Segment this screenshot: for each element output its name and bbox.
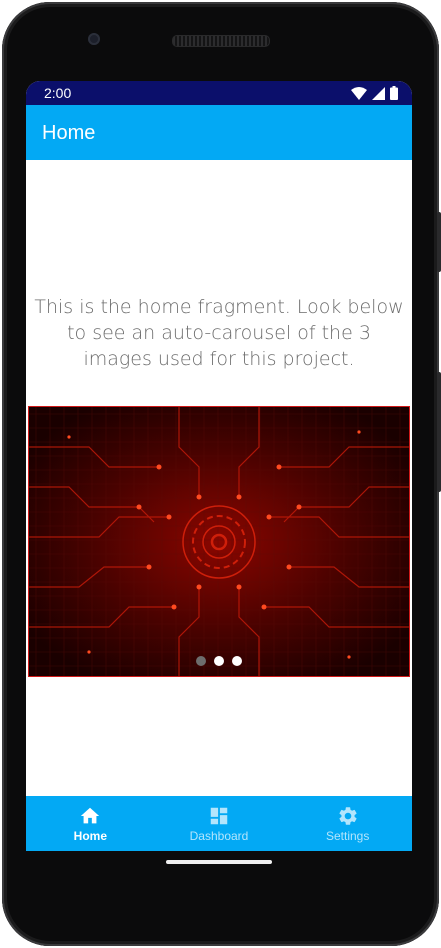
cellular-signal-icon: [372, 86, 385, 100]
dashboard-icon: [210, 807, 228, 825]
settings-icon: [339, 807, 357, 825]
home-message: This is the home fragment. Look below to…: [34, 296, 404, 370]
status-bar: 2:00: [26, 81, 412, 105]
power-button: [437, 212, 441, 272]
bottom-navigation: Home Dashboard Settings: [26, 796, 412, 851]
battery-icon: [390, 86, 398, 100]
nav-label-home: Home: [73, 829, 107, 843]
screen: 2:00 Home This is the home fragment. Loo…: [26, 81, 412, 851]
page-title: Home: [42, 122, 96, 144]
phone-frame: 2:00 Home This is the home fragment. Loo…: [2, 2, 441, 946]
volume-button: [437, 372, 441, 492]
gesture-home-indicator[interactable]: [166, 860, 272, 864]
home-icon: [81, 807, 100, 824]
carousel-indicator-dot[interactable]: [232, 656, 242, 666]
image-carousel[interactable]: [28, 406, 410, 677]
nav-label-settings: Settings: [326, 829, 370, 843]
nav-label-dashboard: Dashboard: [189, 829, 249, 843]
front-camera: [88, 33, 100, 45]
wifi-icon: [351, 86, 367, 100]
red-circuit-board-image: [29, 407, 409, 676]
nav-item-home[interactable]: Home: [26, 796, 155, 851]
nav-item-settings[interactable]: Settings: [283, 796, 412, 851]
carousel-indicators: [29, 656, 409, 666]
status-time: 2:00: [44, 85, 72, 101]
carousel-indicator-dot[interactable]: [214, 656, 224, 666]
app-bar: Home: [26, 105, 412, 160]
earpiece-speaker: [172, 35, 270, 47]
carousel-indicator-dot[interactable]: [196, 656, 206, 666]
status-icons: [351, 86, 398, 100]
nav-item-dashboard[interactable]: Dashboard: [155, 796, 284, 851]
